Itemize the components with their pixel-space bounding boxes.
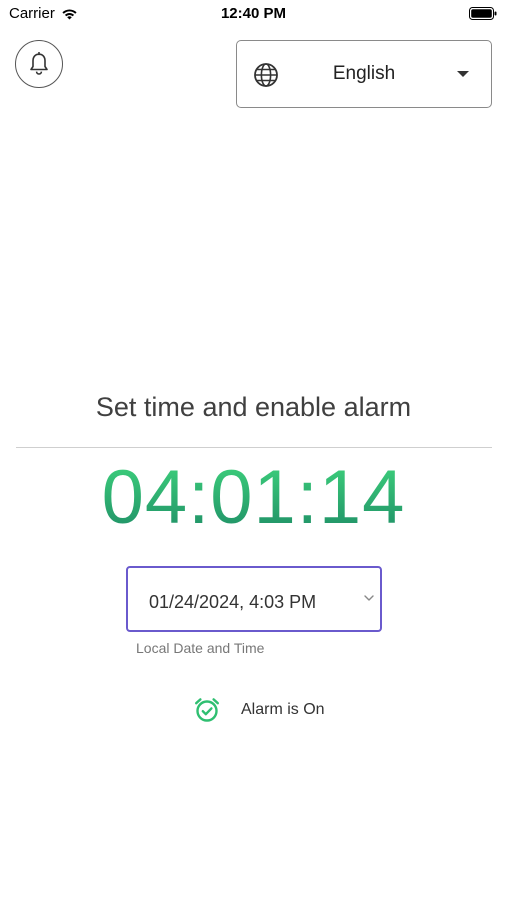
bell-icon [30,52,48,75]
chevron-down-icon[interactable] [362,593,376,603]
battery-icon [469,7,497,20]
globe-icon [254,63,278,87]
language-selected-label: English [332,63,396,84]
status-time: 12:40 PM [220,5,287,22]
notifications-button[interactable] [15,40,63,88]
datetime-input[interactable]: 01/24/2024, 4:03 PM [126,566,382,632]
page-title: Set time and enable alarm [95,392,412,422]
datetime-helper-text: Local Date and Time [136,640,265,656]
countdown-display: 04:01:14 [0,460,507,536]
datetime-input-value: 01/24/2024, 4:03 PM [149,592,317,612]
dropdown-caret-icon [457,71,469,77]
status-bar: Carrier 12:40 PM [0,0,507,28]
alarm-clock-check-icon [195,698,219,722]
divider [16,447,492,448]
alarm-status: Alarm is On [193,696,325,724]
alarm-status-label: Alarm is On [241,701,325,718]
language-select[interactable]: English [236,40,492,108]
